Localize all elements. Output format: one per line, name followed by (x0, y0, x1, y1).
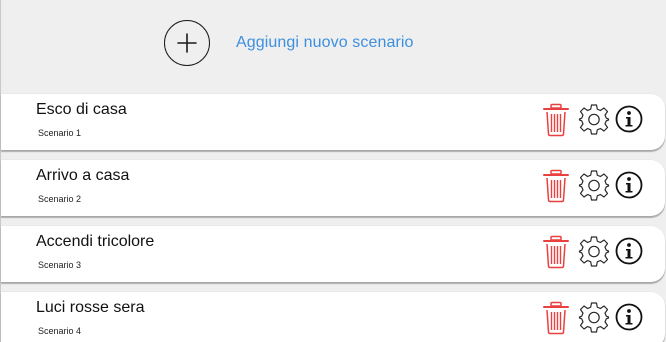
add-scenario-link[interactable]: Aggiungi nuovo scenario (236, 34, 414, 52)
trash-icon[interactable] (542, 301, 570, 335)
info-icon[interactable] (615, 171, 643, 199)
scenario-row[interactable]: Luci rosse sera Scenario 4 (1, 292, 665, 342)
info-icon[interactable] (615, 303, 643, 331)
scenario-row[interactable]: Accendi tricolore Scenario 3 (1, 226, 665, 282)
gear-icon[interactable] (578, 235, 610, 267)
add-scenario-bar: Aggiungi nuovo scenario (1, 0, 666, 88)
scenario-title: Esco di casa (36, 101, 127, 118)
gear-icon[interactable] (578, 103, 610, 135)
trash-icon[interactable] (542, 235, 570, 269)
info-icon[interactable] (615, 105, 643, 133)
scenario-screen: Aggiungi nuovo scenario Esco di casa Sce… (0, 0, 666, 342)
scenario-subtitle: Scenario 2 (38, 194, 82, 204)
scenario-list: Esco di casa Scenario 1 Arrivo a casa Sc… (1, 94, 666, 342)
scenario-subtitle: Scenario 4 (38, 326, 82, 336)
plus-icon (177, 33, 197, 53)
trash-icon[interactable] (542, 103, 570, 137)
info-icon[interactable] (615, 237, 643, 265)
scenario-row[interactable]: Arrivo a casa Scenario 2 (1, 160, 665, 216)
gear-icon[interactable] (578, 169, 610, 201)
scenario-subtitle: Scenario 1 (38, 128, 82, 138)
trash-icon[interactable] (542, 169, 570, 203)
scenario-title: Accendi tricolore (36, 233, 155, 250)
scenario-subtitle: Scenario 3 (38, 260, 82, 270)
gear-icon[interactable] (578, 301, 610, 333)
scenario-title: Arrivo a casa (36, 167, 130, 184)
scenario-title: Luci rosse sera (36, 299, 145, 316)
scenario-row[interactable]: Esco di casa Scenario 1 (1, 94, 665, 150)
add-scenario-button[interactable] (164, 20, 210, 66)
